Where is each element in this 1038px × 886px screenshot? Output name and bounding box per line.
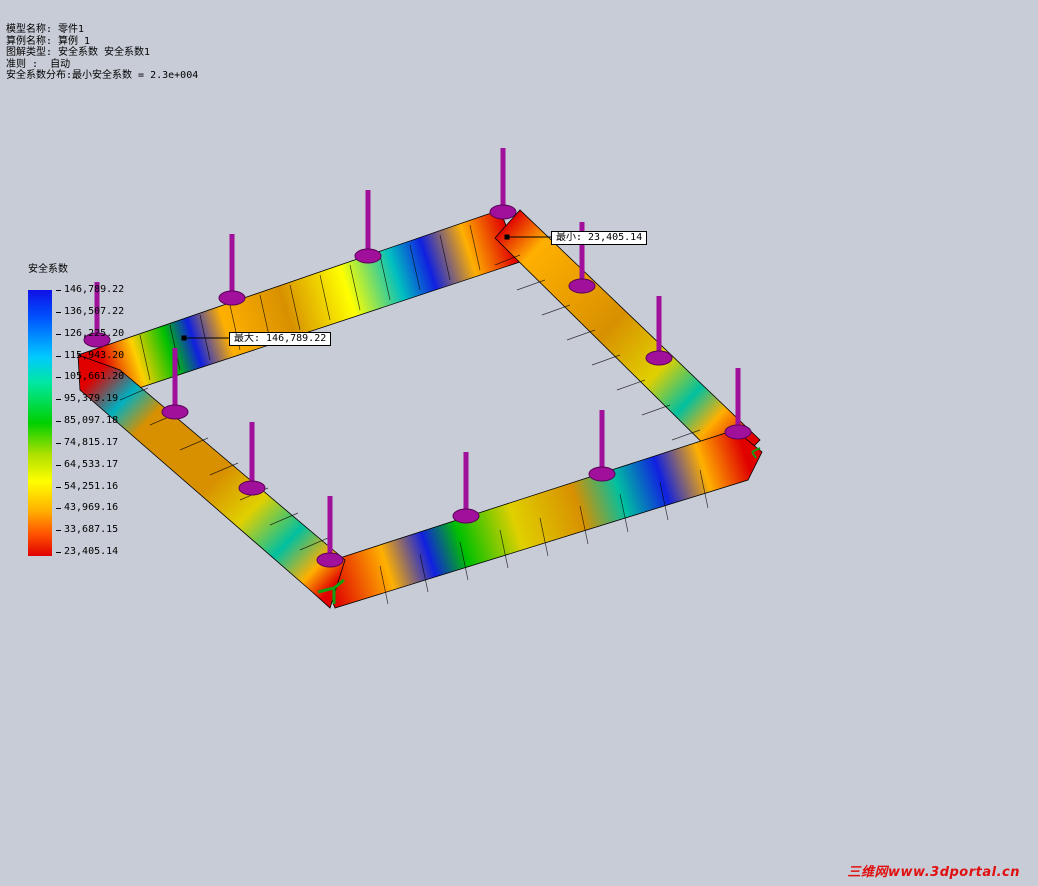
legend-value: 64,533.17 <box>64 458 119 470</box>
legend-tick <box>56 552 61 553</box>
legend-tick <box>56 442 61 444</box>
legend-tick <box>56 464 61 466</box>
fixture-pin-icon <box>354 190 382 264</box>
watermark: 三维网www.3dportal.cn <box>847 865 1020 880</box>
fixture-pin-icon <box>588 410 616 482</box>
legend-tick <box>56 421 61 422</box>
legend-tick <box>56 377 61 379</box>
legend-value: 115,943.20 <box>64 349 125 361</box>
legend-tick <box>56 530 61 532</box>
plot-type: 图解类型: 安全系数 安全系数1 <box>6 47 151 58</box>
legend-tick <box>56 355 61 357</box>
legend-color-bar <box>28 290 52 556</box>
legend-value: 85,097.18 <box>64 415 119 426</box>
legend-tick <box>56 508 61 510</box>
legend-value: 146,789.22 <box>64 284 125 295</box>
fixture-pin-icon <box>316 496 344 568</box>
legend-value: 95,379.19 <box>64 393 119 405</box>
criterion: 准则 : 自动 <box>6 58 71 70</box>
max-callout[interactable]: 最大: 146,789.22 <box>229 332 332 346</box>
legend-tick <box>56 486 61 488</box>
study-info: 模型名称: 零件1 算例名称: 算例 1 图解类型: 安全系数 安全系数1 准则 : … <box>6 24 198 82</box>
tube-segment-back-right <box>494 209 761 471</box>
legend-tick <box>56 311 61 313</box>
legend-value: 105,661.20 <box>64 371 125 383</box>
model-viewport[interactable] <box>0 0 1038 886</box>
min-callout[interactable]: 最小: 23,405.14 <box>551 231 648 245</box>
study-name: 算例名称: 算例 1 <box>6 35 91 47</box>
legend-value: 126,225.20 <box>64 327 125 339</box>
fos-distribution: 安全系数分布:最小安全系数 = 2.3e+004 <box>6 70 199 81</box>
fixture-pin-icon <box>724 368 752 440</box>
legend-value: 23,405.14 <box>64 546 119 557</box>
tube-segment-back-left <box>77 209 521 396</box>
fixture-pin-icon <box>218 234 246 306</box>
fixture-pin-icon <box>645 296 673 366</box>
legend-value: 54,251.16 <box>64 480 119 492</box>
fixture-pin-icon <box>238 422 266 496</box>
legend-tick <box>56 333 61 335</box>
fixture-pin-icon <box>452 452 480 524</box>
legend-tick <box>56 290 61 291</box>
legend-value: 43,969.16 <box>64 502 119 514</box>
model-name: 模型名称: 零件1 <box>6 24 85 35</box>
legend-title: 安全系数 <box>28 264 68 275</box>
legend-value: 33,687.15 <box>64 524 119 536</box>
legend-tick <box>56 399 61 401</box>
legend-value: 136,507.22 <box>64 305 125 317</box>
legend-value: 74,815.17 <box>64 436 119 448</box>
fixture-pin-icon <box>489 148 517 220</box>
